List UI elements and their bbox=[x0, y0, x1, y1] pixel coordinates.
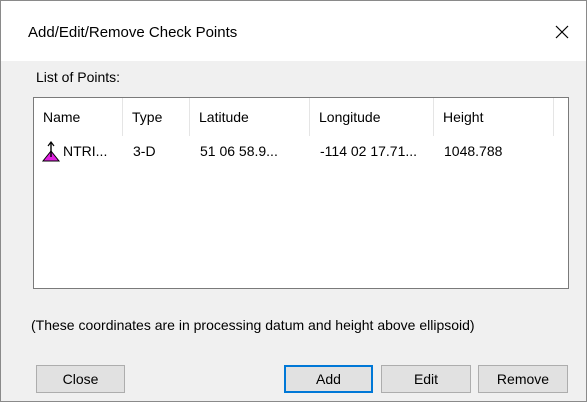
title-bar: Add/Edit/Remove Check Points bbox=[1, 1, 586, 61]
list-of-points-label: List of Points: bbox=[36, 69, 121, 85]
check-points-dialog: Add/Edit/Remove Check Points List of Poi… bbox=[0, 0, 587, 402]
column-header-type[interactable]: Type bbox=[123, 98, 190, 136]
column-header-longitude[interactable]: Longitude bbox=[310, 98, 434, 136]
close-button[interactable]: Close bbox=[36, 365, 125, 393]
survey-point-icon bbox=[41, 141, 61, 162]
column-header-latitude[interactable]: Latitude bbox=[190, 98, 310, 136]
close-window-button[interactable] bbox=[544, 16, 580, 48]
points-list-view[interactable]: Name Type Latitude Longitude Height NTRI… bbox=[33, 97, 569, 289]
edit-button[interactable]: Edit bbox=[381, 365, 471, 393]
cell-longitude: -114 02 17.71... bbox=[320, 143, 418, 159]
window-title: Add/Edit/Remove Check Points bbox=[28, 24, 238, 41]
close-icon bbox=[555, 25, 569, 39]
datum-note: (These coordinates are in processing dat… bbox=[31, 317, 475, 333]
cell-name: NTRI... bbox=[63, 143, 108, 159]
list-item[interactable]: NTRI... 3-D 51 06 58.9... -114 02 17.71.… bbox=[34, 138, 568, 164]
remove-button[interactable]: Remove bbox=[478, 365, 568, 393]
column-header-name[interactable]: Name bbox=[34, 98, 123, 136]
list-header: Name Type Latitude Longitude Height bbox=[34, 98, 568, 136]
cell-height: 1048.788 bbox=[444, 143, 503, 159]
add-button[interactable]: Add bbox=[284, 365, 373, 393]
column-header-height[interactable]: Height bbox=[434, 98, 554, 136]
cell-latitude: 51 06 58.9... bbox=[200, 143, 278, 159]
cell-type: 3-D bbox=[133, 143, 156, 159]
